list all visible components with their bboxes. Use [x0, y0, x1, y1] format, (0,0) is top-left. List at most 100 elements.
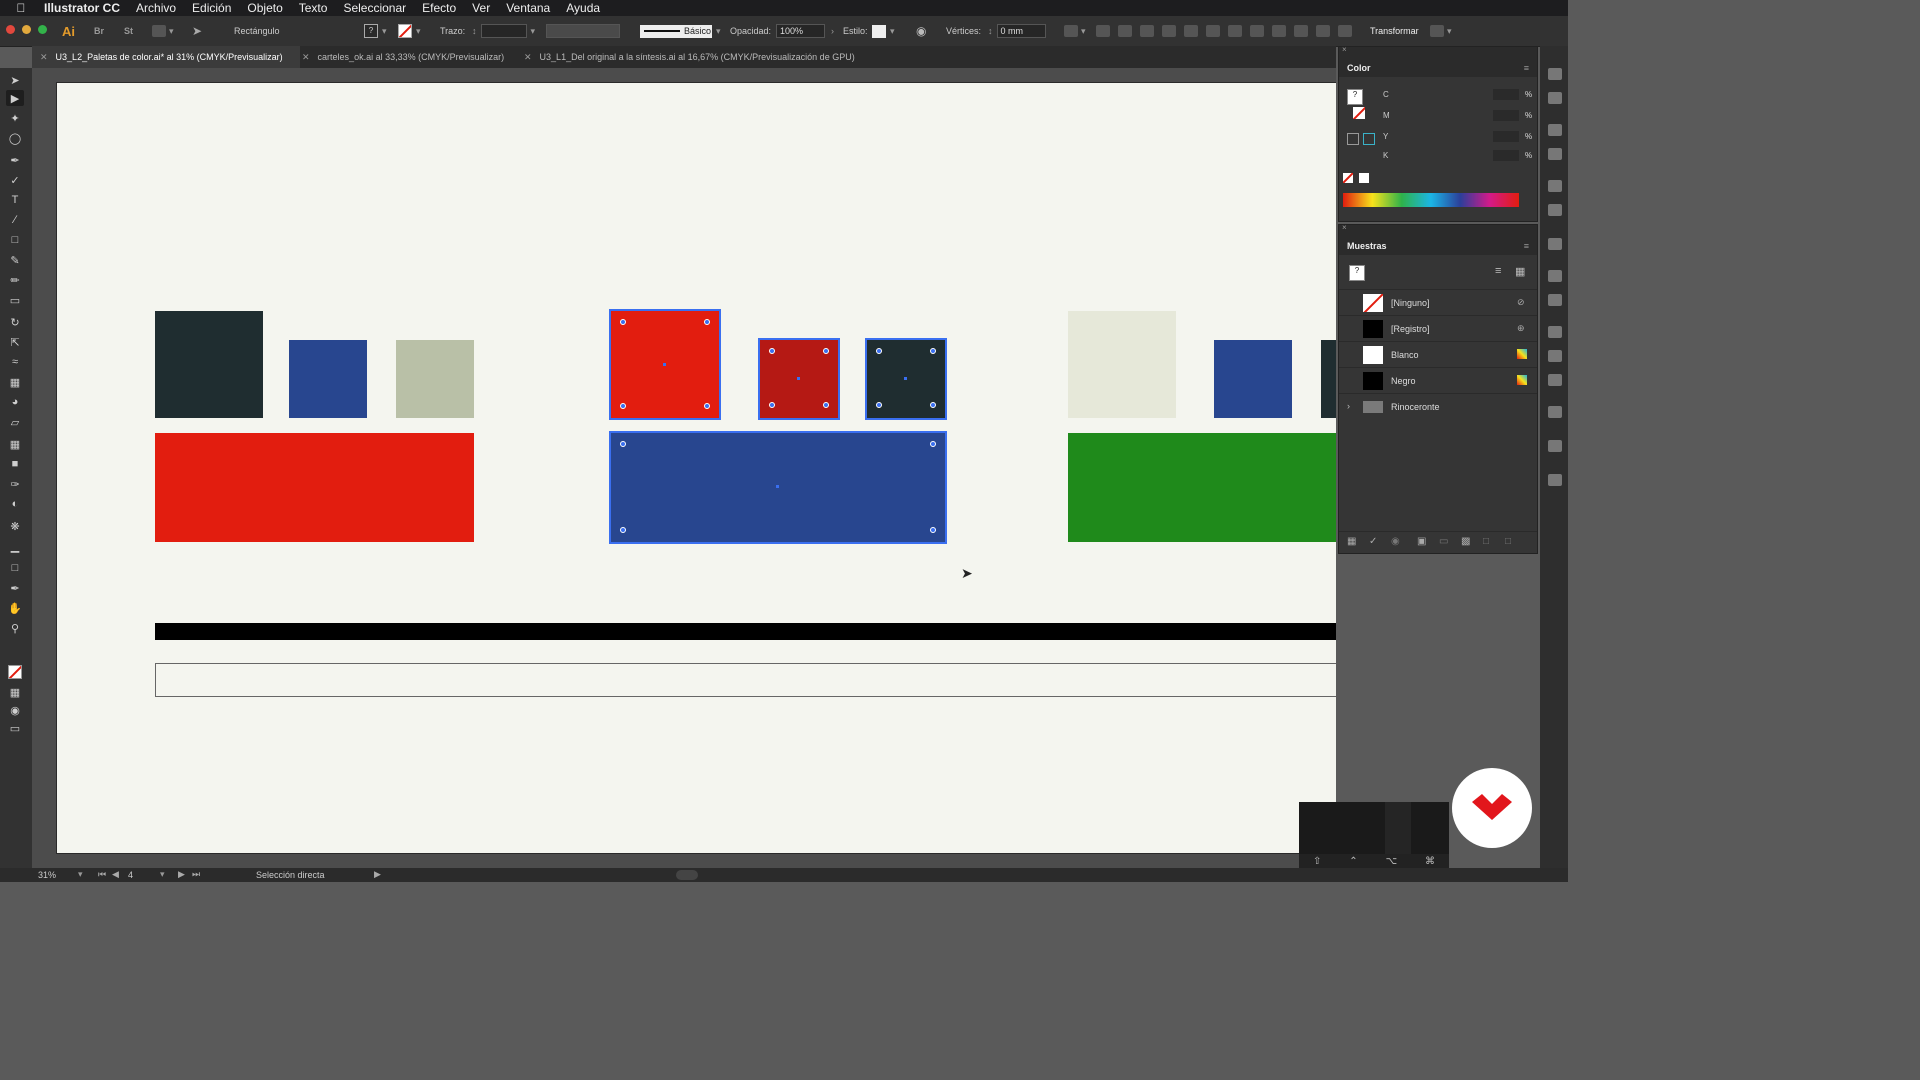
zoom-dropdown-icon[interactable]: ▾ [78, 869, 83, 880]
properties-icon[interactable] [1548, 68, 1562, 80]
add-to-library-icon[interactable]: ✓ [1369, 536, 1377, 547]
distribute-vcenter-icon[interactable] [1250, 25, 1264, 37]
stroke-swatch-icon[interactable] [1353, 107, 1365, 119]
swatch-library-icon[interactable]: ▦ [1347, 536, 1356, 547]
gradient-icon[interactable] [1548, 180, 1562, 192]
swatch-row-blanco[interactable]: Blanco [1339, 341, 1537, 368]
next-artboard-icon[interactable]: ▶ [178, 869, 185, 880]
selection-tool-icon[interactable]: ➤ [6, 72, 24, 88]
swatch-row-negro[interactable]: Negro [1339, 367, 1537, 394]
graphic-style-picker[interactable]: ▾ [872, 24, 895, 38]
color-spectrum-bar[interactable] [1343, 193, 1519, 207]
eyedropper-tool-icon[interactable]: ✑ [6, 476, 24, 492]
swatch-row-ninguno[interactable]: [Ninguno] ⊘ [1339, 289, 1537, 316]
fill-stroke-icon[interactable] [6, 664, 24, 680]
minimize-window-button[interactable] [22, 25, 31, 34]
close-tab-icon[interactable]: ✕ [524, 52, 532, 63]
hand-tool-icon[interactable]: ✋ [6, 600, 24, 616]
fill-swatch-icon[interactable]: ? [1349, 265, 1365, 281]
fill-color-picker[interactable]: ? ▾ [364, 24, 387, 38]
libraries-icon[interactable] [1548, 92, 1562, 104]
drawing-mode-icon[interactable]: ◉ [6, 702, 24, 718]
current-tool-status[interactable]: Selección directa [256, 870, 325, 880]
rectangle-tool-icon[interactable]: □ [6, 232, 24, 248]
tab-del-original[interactable]: ✕ U3_L1_Del original a la síntesis.ai al … [516, 46, 924, 68]
anchor-point[interactable] [930, 527, 936, 533]
status-menu-icon[interactable]: ▶ [374, 869, 381, 880]
paintbrush-tool-icon[interactable]: ✎ [6, 252, 24, 268]
curvature-tool-icon[interactable]: ✓ [6, 172, 24, 188]
shape-builder-tool-icon[interactable]: ◕ [6, 394, 24, 410]
transform-button[interactable]: Transformar [1370, 24, 1419, 38]
selected-dark-red-square[interactable] [758, 338, 840, 420]
slice-tool-icon[interactable]: ✒ [6, 580, 24, 596]
dark-teal-square[interactable] [155, 311, 263, 418]
panel-menu-icon[interactable]: ≡ [1524, 63, 1529, 73]
artboards-icon[interactable] [1548, 294, 1562, 306]
menu-efecto[interactable]: Efecto [422, 1, 456, 15]
width-tool-icon[interactable]: ≈ [6, 354, 24, 370]
brush-definition-select[interactable]: Básico ▾ [640, 24, 721, 38]
anchor-point[interactable] [620, 403, 626, 409]
links-icon[interactable] [1548, 270, 1562, 282]
outlined-rectangle[interactable] [155, 663, 1336, 697]
channel-y-input[interactable] [1493, 131, 1519, 142]
type-tool-icon[interactable]: T [6, 192, 24, 208]
appearance-icon[interactable] [1548, 406, 1562, 418]
close-window-button[interactable] [6, 25, 15, 34]
channel-m-input[interactable] [1493, 110, 1519, 121]
anchor-point[interactable] [769, 402, 775, 408]
grid-view-icon[interactable]: ▦ [1515, 265, 1525, 278]
menu-ayuda[interactable]: Ayuda [566, 1, 600, 15]
opacity-field[interactable]: 100% › [776, 24, 834, 38]
panel-menu-button[interactable]: ▾ [1430, 24, 1452, 38]
distribute-top-icon[interactable] [1228, 25, 1242, 37]
transparency-icon[interactable] [1548, 204, 1562, 216]
channel-c-input[interactable] [1493, 89, 1519, 100]
green-rectangle[interactable] [1068, 433, 1336, 542]
align-left-icon[interactable] [1096, 25, 1110, 37]
cream-square[interactable] [1068, 311, 1176, 418]
selected-red-square[interactable] [609, 309, 721, 420]
white-color-chip[interactable] [1359, 173, 1369, 183]
blue-square-right[interactable] [1214, 340, 1292, 418]
first-artboard-icon[interactable]: ⏮ [98, 869, 106, 880]
shaper-tool-icon[interactable]: ✏ [6, 272, 24, 288]
swatches-panel-header[interactable]: Muestras ≡ [1339, 237, 1537, 255]
bridge-button[interactable]: Br [94, 24, 104, 38]
anchor-point[interactable] [704, 403, 710, 409]
mesh-tool-icon[interactable]: ▦ [6, 436, 24, 452]
distribute-hcenter-icon[interactable] [1316, 25, 1330, 37]
fill-swatch-icon[interactable]: ? [1347, 89, 1363, 105]
export-icon[interactable] [1548, 238, 1562, 250]
align-bottom-icon[interactable] [1206, 25, 1220, 37]
menu-texto[interactable]: Texto [299, 1, 328, 15]
color-panel-header[interactable]: Color ≡ [1339, 59, 1537, 77]
close-tab-icon[interactable]: ✕ [40, 52, 48, 63]
artboard-dropdown-icon[interactable]: ▾ [160, 869, 165, 880]
new-color-group-icon[interactable]: ▭ [1439, 536, 1448, 547]
red-rectangle[interactable] [155, 433, 474, 542]
align-icon[interactable] [1548, 350, 1562, 362]
anchor-point[interactable] [876, 402, 882, 408]
direct-selection-tool-icon[interactable]: ▶ [6, 90, 24, 106]
layers-icon[interactable] [1548, 440, 1562, 452]
perspective-grid-tool-icon[interactable]: ▱ [6, 414, 24, 430]
artboard[interactable] [56, 82, 1336, 854]
stock-button[interactable]: St [124, 24, 133, 38]
apple-icon[interactable]:  [12, 1, 30, 15]
out-of-gamut-icon[interactable] [1347, 133, 1359, 145]
distribute-bottom-icon[interactable] [1272, 25, 1286, 37]
artboard-tool-icon[interactable]: □ [6, 560, 24, 576]
magic-wand-tool-icon[interactable]: ✦ [6, 110, 24, 126]
free-transform-tool-icon[interactable]: ▦ [6, 374, 24, 390]
swatch-group-rinoceronte[interactable]: › Rinoceronte [1339, 393, 1537, 420]
eraser-tool-icon[interactable]: ▭ [6, 292, 24, 308]
selected-blue-rectangle[interactable] [609, 431, 947, 544]
screen-mode-icon[interactable]: ▭ [6, 720, 24, 736]
tab-paletas-de-color[interactable]: ✕ U3_L2_Paletas de color.ai* al 31% (CMYK… [32, 46, 300, 68]
zoom-tool-icon[interactable]: ⚲ [6, 620, 24, 636]
column-graph-tool-icon[interactable]: ▁ [6, 538, 24, 554]
menu-archivo[interactable]: Archivo [136, 1, 176, 15]
channel-k-input[interactable] [1493, 150, 1519, 161]
